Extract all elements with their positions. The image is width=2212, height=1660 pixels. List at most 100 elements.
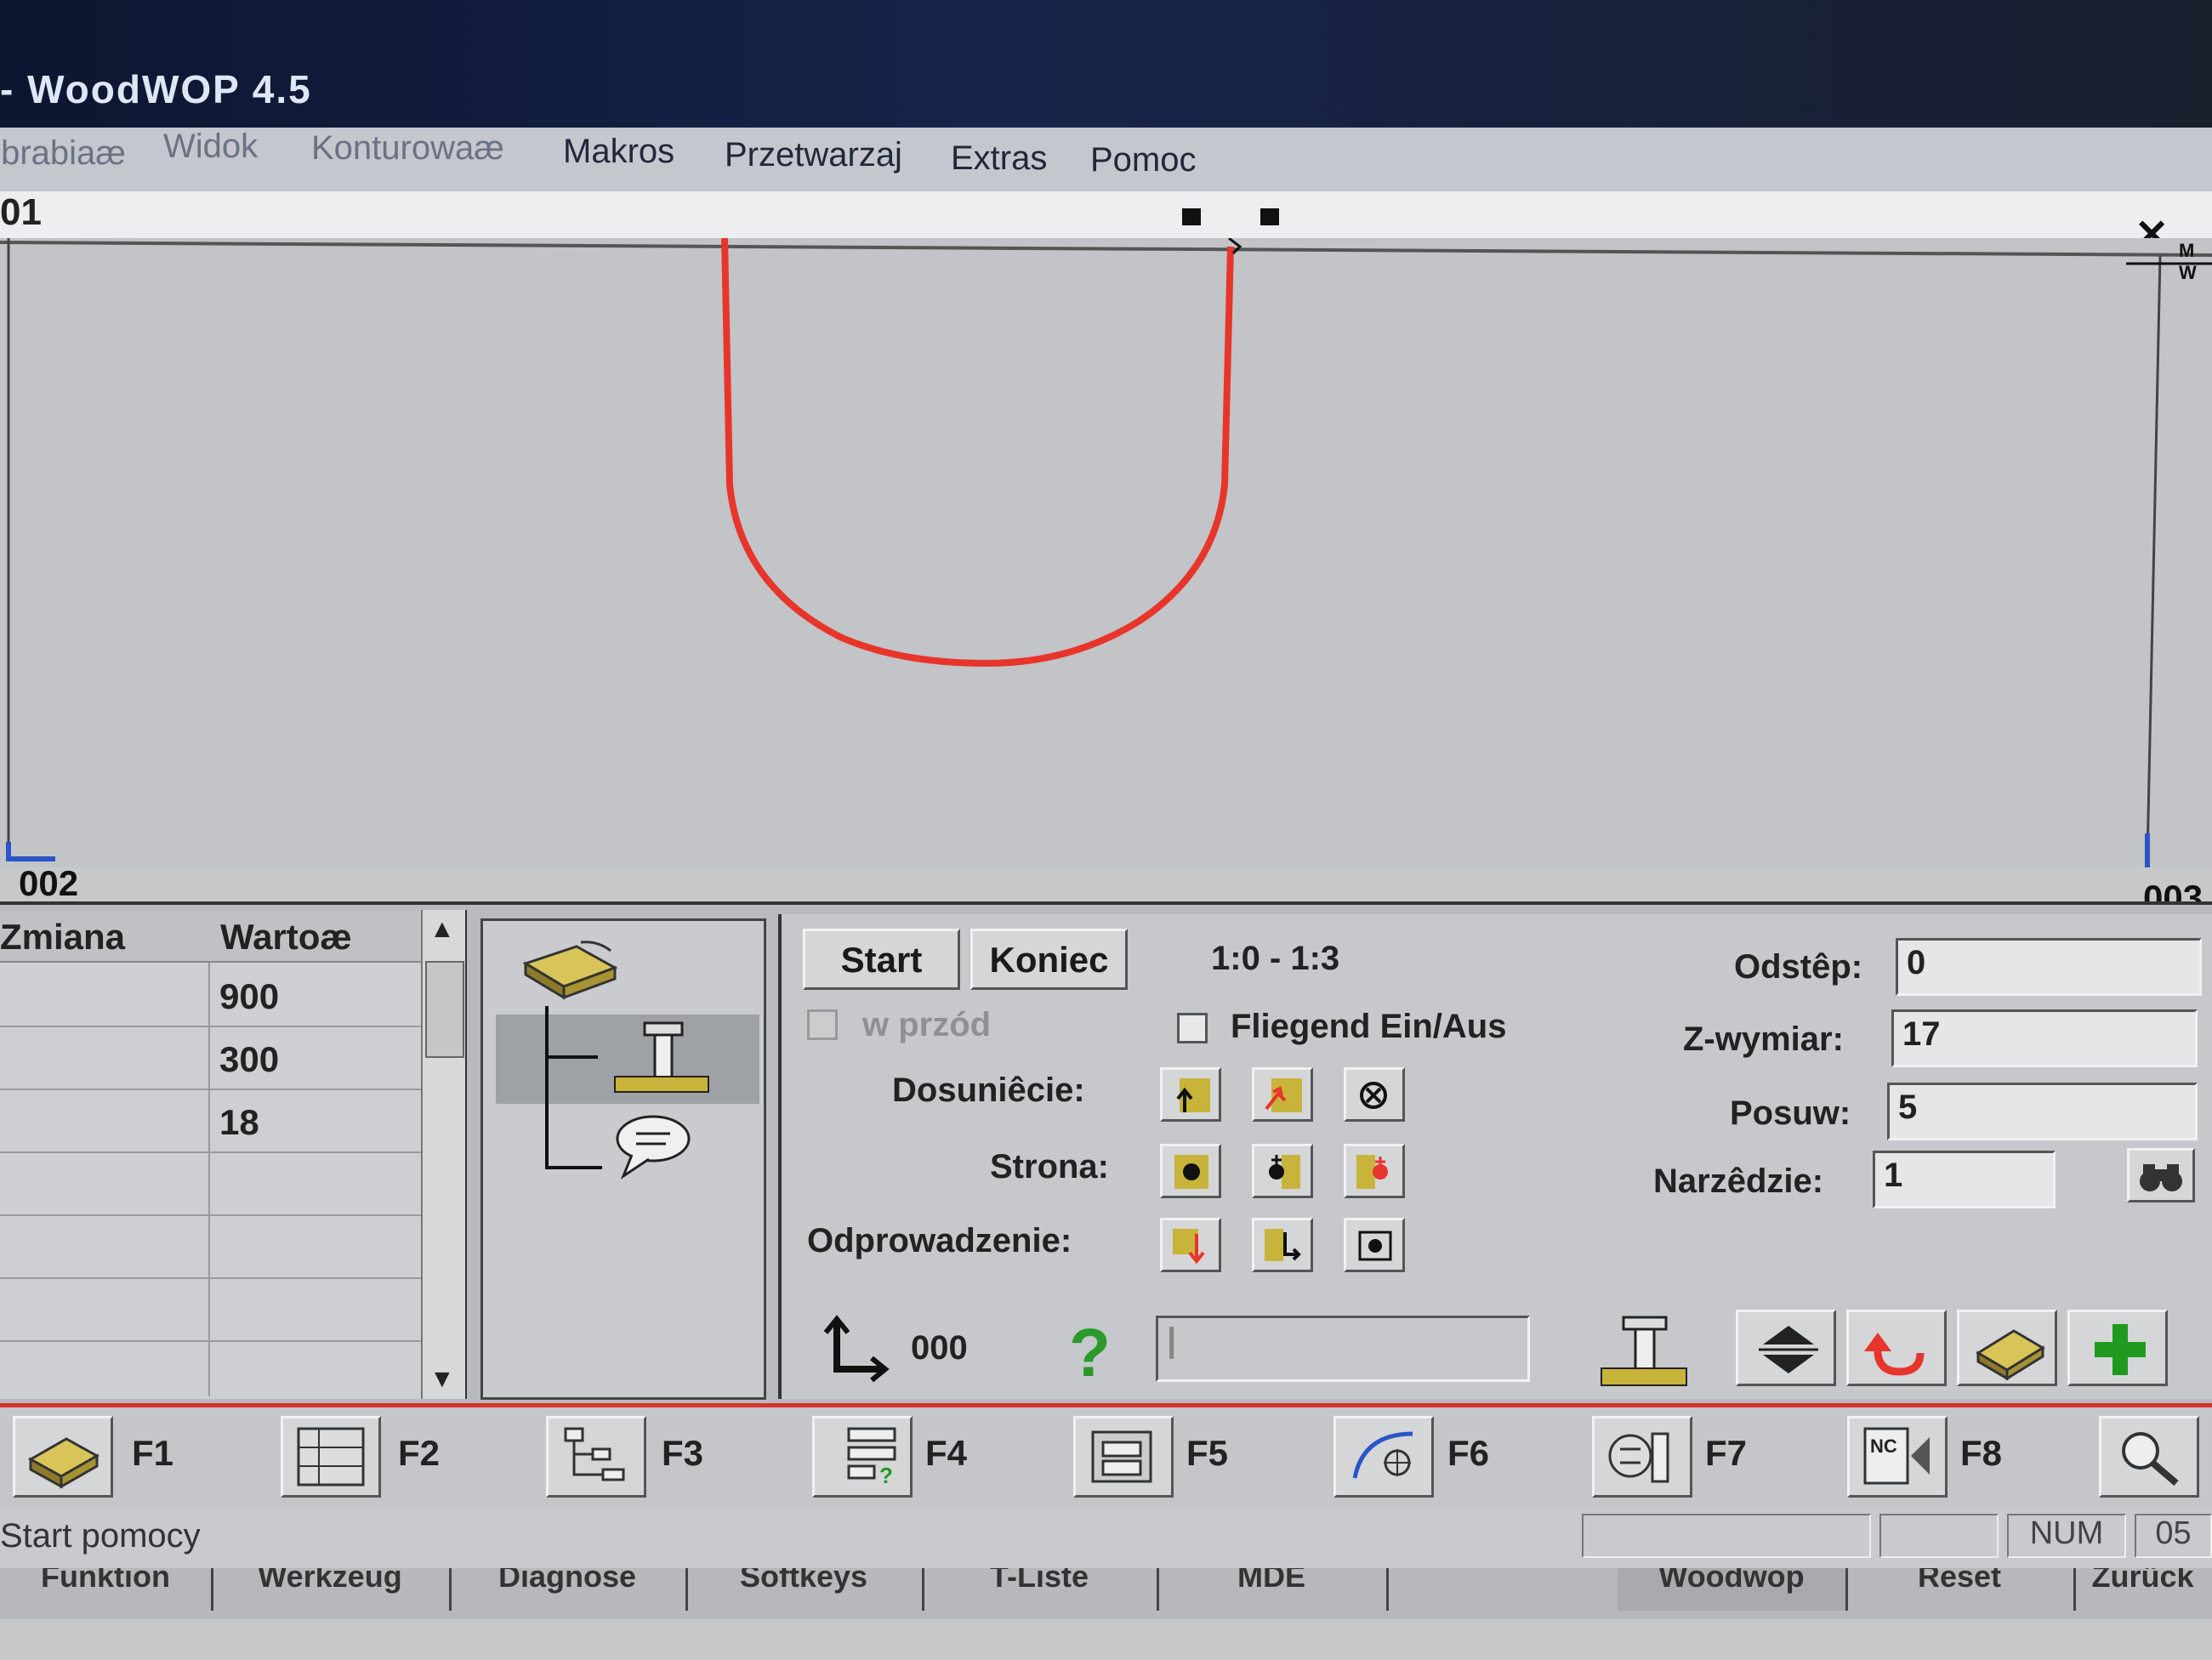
svg-text:?: ? <box>879 1463 893 1488</box>
origin-marker: M W <box>2179 240 2197 283</box>
table-row[interactable] <box>0 1340 421 1403</box>
selection-handle[interactable] <box>1260 208 1279 225</box>
f1-button[interactable] <box>13 1416 113 1498</box>
variables-table: Zmiana Wartoæ 900 300 18 ▲ ▼ <box>0 910 467 1399</box>
table-row[interactable] <box>0 1214 421 1279</box>
table-scrollbar[interactable]: ▲ ▼ <box>421 910 465 1399</box>
title-bar: - WoodWOP 4.5 <box>0 0 2212 128</box>
comment-icon[interactable] <box>611 1108 696 1185</box>
offset-label: Odstêp: <box>1734 948 1863 986</box>
svg-text:NC: NC <box>1870 1435 1897 1457</box>
table-row[interactable] <box>0 1151 421 1216</box>
magnifier-icon <box>2122 1432 2179 1487</box>
table-cell-value[interactable]: 18 <box>219 1102 259 1143</box>
milling-tool-icon[interactable] <box>611 1019 713 1104</box>
table-icon <box>297 1427 365 1487</box>
selection-handle[interactable] <box>1182 208 1201 225</box>
zoom-button[interactable] <box>2099 1416 2199 1498</box>
f4-label: F4 <box>925 1433 968 1473</box>
table-row[interactable] <box>0 1277 421 1342</box>
table-cell-value[interactable]: 900 <box>219 976 279 1017</box>
num-indicator: NUM <box>2007 1514 2126 1558</box>
approach-vertical-icon[interactable] <box>1160 1067 1221 1122</box>
origin-axis-br <box>2145 833 2150 867</box>
taskbar-blank[interactable] <box>1386 1568 1620 1611</box>
f6-label: F6 <box>1447 1433 1490 1473</box>
taskbar-t-liste[interactable]: T-Liste <box>922 1568 1159 1611</box>
menu-obrabiac[interactable]: Obrabiaæ <box>0 134 126 173</box>
corner-label-bottom-left: 002 <box>19 863 79 903</box>
taskbar-woodwop[interactable]: Woodwop <box>1618 1568 1848 1611</box>
f3-label: F3 <box>662 1433 704 1473</box>
forward-checkbox[interactable] <box>807 1009 838 1040</box>
side-right-icon[interactable] <box>1344 1144 1405 1198</box>
taskbar-softkeys[interactable]: Softkeys <box>685 1568 924 1611</box>
move-up-down-button[interactable] <box>1736 1310 1836 1386</box>
menu-widok[interactable]: Widok <box>163 128 258 166</box>
scroll-thumb[interactable] <box>425 961 464 1058</box>
column-header-name[interactable]: Zmiana <box>0 910 208 963</box>
table-row[interactable]: 900 <box>0 963 421 1027</box>
f8-button[interactable]: NC <box>1847 1416 1948 1498</box>
f5-button[interactable] <box>1073 1416 1174 1498</box>
approach-tangent-icon[interactable] <box>1252 1067 1313 1122</box>
menu-extras[interactable]: Extras <box>951 139 1047 178</box>
canvas-right-border <box>2146 254 2162 860</box>
z-dimension-label: Z-wymiar: <box>1683 1020 1844 1058</box>
tool-field[interactable]: 1 <box>1873 1151 2056 1208</box>
menu-konturowac[interactable]: Konturowaæ <box>311 129 504 168</box>
menu-pomoc[interactable]: Pomoc <box>1090 141 1197 179</box>
scroll-up-icon[interactable]: ▲ <box>429 915 455 944</box>
drawing-canvas[interactable] <box>0 238 2212 867</box>
approach-none-icon[interactable] <box>1344 1067 1405 1122</box>
end-button[interactable]: Koniec <box>970 929 1128 990</box>
fliegend-checkbox[interactable] <box>1177 1013 1208 1043</box>
retract-none-icon[interactable] <box>1344 1218 1405 1272</box>
f8-label: F8 <box>1960 1433 2003 1473</box>
retract-label: Odprowadzenie: <box>807 1222 1072 1259</box>
binoculars-icon[interactable] <box>2127 1148 2195 1202</box>
undo-button[interactable] <box>1846 1310 1947 1386</box>
start-button[interactable]: Start <box>803 929 960 990</box>
taskbar-reset[interactable]: Reset <box>1845 1568 2076 1611</box>
message-field[interactable]: | <box>1156 1316 1530 1382</box>
add-button[interactable] <box>2067 1310 2168 1386</box>
forward-label: w przód <box>862 1006 992 1043</box>
side-left-icon[interactable] <box>1252 1144 1313 1198</box>
help-book-button[interactable] <box>1957 1310 2057 1386</box>
question-icon[interactable]: ? <box>1069 1314 1111 1392</box>
feed-field[interactable]: 5 <box>1887 1083 2198 1140</box>
taskbar-funktion[interactable]: Funktion <box>0 1568 213 1611</box>
f3-button[interactable] <box>546 1416 646 1498</box>
status-right: 05 <box>2135 1514 2212 1558</box>
menu-makros[interactable]: Makros <box>563 133 674 171</box>
taskbar-zurueck[interactable]: Zurück <box>2073 1568 2212 1611</box>
column-header-value[interactable]: Wartoæ <box>208 910 421 963</box>
z-dimension-field[interactable]: 17 <box>1891 1009 2198 1067</box>
table-cell-value[interactable]: 300 <box>219 1039 279 1080</box>
status-text: Start pomocy <box>0 1517 201 1555</box>
taskbar-mde[interactable]: MDE <box>1157 1568 1389 1611</box>
function-key-bar: F1 F2 F3 ? F4 F5 F6 F7 NC F8 <box>0 1403 2212 1515</box>
menu-przetwarzaj[interactable]: Przetwarzaj <box>725 136 902 174</box>
retract-tangent-icon[interactable] <box>1252 1218 1313 1272</box>
f2-label: F2 <box>398 1433 441 1473</box>
status-pane <box>1582 1514 1871 1558</box>
scroll-down-icon[interactable]: ▼ <box>429 1365 455 1394</box>
side-center-icon[interactable] <box>1160 1144 1221 1198</box>
table-row[interactable]: 300 <box>0 1026 421 1090</box>
f7-button[interactable] <box>1592 1416 1692 1498</box>
offset-field[interactable]: 0 <box>1896 938 2202 996</box>
f2-button[interactable] <box>281 1416 381 1498</box>
coordinate-value: 000 <box>911 1329 968 1367</box>
f4-button[interactable]: ? <box>812 1416 913 1498</box>
table-row[interactable]: 18 <box>0 1089 421 1153</box>
f6-button[interactable] <box>1333 1416 1434 1498</box>
taskbar-diagnose[interactable]: Diagnose <box>449 1568 688 1611</box>
taskbar-werkzeug[interactable]: Werkzeug <box>211 1568 452 1611</box>
window-title: - WoodWOP 4.5 <box>0 67 312 111</box>
retract-vertical-icon[interactable] <box>1160 1218 1221 1272</box>
tool-depth-icon[interactable] <box>1598 1314 1692 1390</box>
f1-label: F1 <box>132 1433 174 1473</box>
contour-editor: Start Koniec 1:0 - 1:3 w przód Fliegend … <box>778 914 2212 1399</box>
